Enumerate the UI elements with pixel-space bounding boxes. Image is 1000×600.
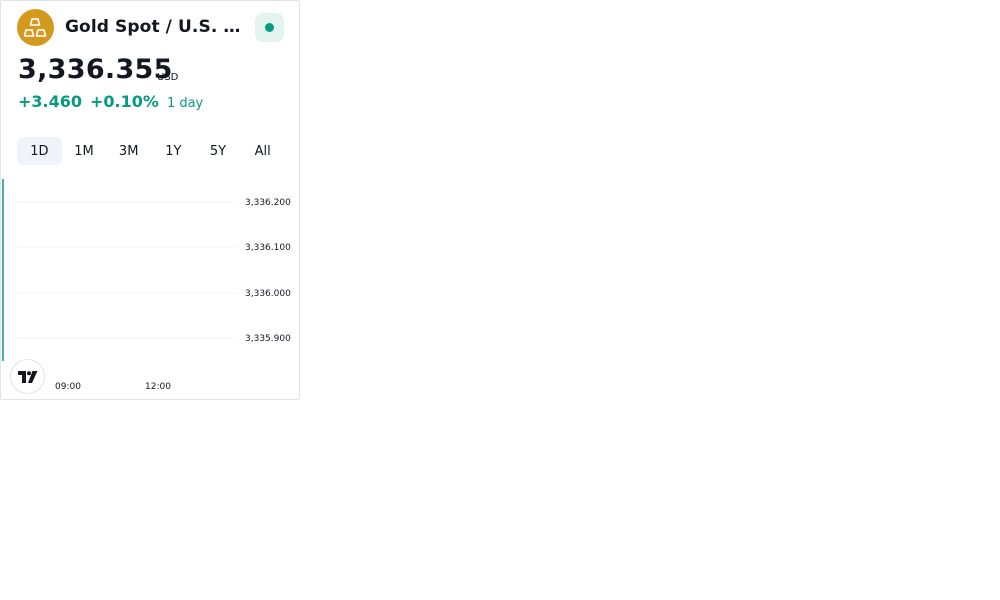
range-tabs: 1D 1M 3M 1Y 5Y All (17, 137, 285, 165)
tab-3m[interactable]: 3M (106, 137, 151, 165)
last-price: 3,336.355 (18, 54, 173, 85)
gold-bars-icon (17, 9, 54, 46)
x-tick-label: 09:00 (55, 382, 81, 392)
tab-1y[interactable]: 1Y (151, 137, 196, 165)
y-tick-label: 3,336.200 (245, 198, 291, 208)
symbol-widget: Gold Spot / U.S. Dollar 3,336.355 USD +3… (0, 0, 300, 400)
tab-5y[interactable]: 5Y (196, 137, 241, 165)
y-tick-label: 3,336.000 (245, 289, 291, 299)
y-tick-label: 3,336.100 (245, 243, 291, 253)
x-tick-label: 12:00 (145, 382, 171, 392)
change-percent: +0.10% (90, 92, 159, 111)
market-open-dot-icon (265, 23, 274, 32)
tab-1d[interactable]: 1D (17, 137, 62, 165)
price-chart[interactable]: 3,336.200 3,336.100 3,336.000 3,335.900 09:0… (1, 171, 299, 399)
market-status-badge (255, 13, 284, 42)
change-period: 1 day (166, 96, 204, 111)
change-row: +3.460 +0.10% 1 day (18, 92, 203, 111)
symbol-name[interactable]: Gold Spot / U.S. Dollar (65, 17, 247, 37)
tab-1m[interactable]: 1M (62, 137, 107, 165)
change-absolute: +3.460 (18, 92, 83, 111)
y-tick-label: 3,335.900 (245, 334, 291, 344)
tradingview-logo-icon[interactable] (10, 359, 45, 394)
currency-label: USD (157, 72, 179, 83)
tab-all[interactable]: All (240, 137, 285, 165)
